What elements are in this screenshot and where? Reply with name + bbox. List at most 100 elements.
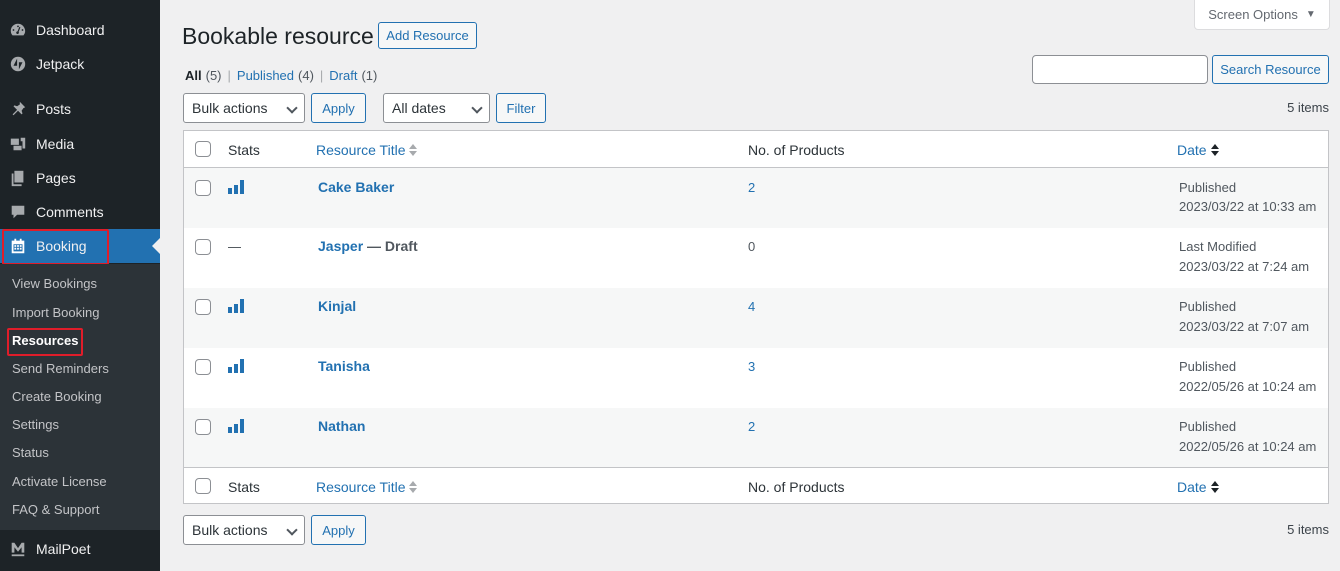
submenu-faq-support[interactable]: FAQ & Support [12,498,99,522]
column-resource-title[interactable]: Resource Title [316,142,418,158]
resource-title[interactable]: Tanisha [318,358,370,374]
dates-select[interactable]: All dates [383,93,490,123]
screen-options-button[interactable]: Screen Options ▼ [1194,0,1330,30]
chevron-down-icon [471,102,483,114]
menu-item-label: Pages [36,170,76,186]
calendar-icon [8,236,28,256]
menu-item-label: MailPoet [36,541,91,557]
search-input[interactable] [1032,55,1208,84]
menu-item-media[interactable]: Media [0,127,160,161]
items-count: 5 items [1287,100,1329,115]
submenu-create-booking[interactable]: Create Booking [12,385,102,409]
menu-item-label: Posts [36,101,72,117]
table-footer: Stats Resource Title No. of Products Dat… [184,467,1328,504]
resource-title-link[interactable]: Kinjal [318,298,356,314]
date-status: Published [1179,419,1237,434]
view-filters: All (5) | Published (4) | Draft (1) [185,68,378,83]
resource-title[interactable]: Kinjal [318,298,356,314]
admin-sidebar: Dashboard Jetpack Posts Media Pages Comm… [0,0,160,571]
column-date[interactable]: Date [1177,479,1219,495]
bulk-actions-select-bottom[interactable]: Bulk actions [183,515,305,545]
bulk-actions-select[interactable]: Bulk actions [183,93,305,123]
date-status: Last Modified [1179,239,1257,254]
column-products: No. of Products [748,142,845,158]
apply-button-bottom[interactable]: Apply [311,515,366,545]
sort-icon [409,481,418,493]
submenu-activate-license[interactable]: Activate License [12,470,107,494]
media-icon [8,134,28,154]
column-stats: Stats [228,142,260,158]
resource-title-link[interactable]: Jasper — Draft [318,238,418,254]
search-resource-button[interactable]: Search Resource [1212,55,1329,84]
select-all-checkbox-footer[interactable] [195,478,211,494]
row-checkbox[interactable] [195,419,211,435]
table-row: Kinjal 4 Published 2023/03/22 at 7:07 am [184,288,1328,348]
triangle-down-icon: ▼ [1305,9,1316,20]
product-count-link[interactable]: 2 [748,419,755,434]
date-value: 2023/03/22 at 7:24 am [1179,259,1310,274]
resource-title[interactable]: Jasper [318,238,363,254]
bulk-actions-value: Bulk actions [192,100,268,116]
apply-button[interactable]: Apply [311,93,366,123]
column-resource-title[interactable]: Resource Title [316,479,418,495]
table-header: Stats Resource Title No. of Products Dat… [184,131,1328,168]
bulk-actions-value: Bulk actions [192,522,268,538]
stats-empty: — [228,239,241,254]
chevron-down-icon [286,102,298,114]
resource-title-link[interactable]: Tanisha [318,358,370,374]
menu-item-mailpoet[interactable]: MailPoet [0,532,160,566]
stats-icon[interactable] [228,299,246,313]
submenu-send-reminders[interactable]: Send Reminders [12,357,109,381]
resource-title-link[interactable]: Nathan [318,418,365,434]
menu-item-comments[interactable]: Comments [0,195,160,229]
sort-icon [409,144,418,156]
view-all-link[interactable]: All [185,68,202,83]
sort-desc-icon [1210,481,1219,493]
menu-item-label: Booking [36,238,87,254]
mailpoet-icon [8,539,28,559]
page-title: Bookable resource [182,23,374,49]
date-value: 2022/05/26 at 10:24 am [1179,439,1317,454]
date-status: Published [1179,359,1237,374]
submenu-settings[interactable]: Settings [12,413,59,437]
product-count-link[interactable]: 4 [748,299,755,314]
resources-table: Stats Resource Title No. of Products Dat… [183,130,1329,504]
menu-item-posts[interactable]: Posts [0,92,160,126]
stats-icon[interactable] [228,359,246,373]
menu-item-dashboard[interactable]: Dashboard [0,13,160,47]
column-date[interactable]: Date [1177,142,1219,158]
stats-icon[interactable] [228,419,246,433]
column-title-label: Resource Title [316,142,406,158]
view-published-link[interactable]: Published [237,68,294,83]
menu-item-jetpack[interactable]: Jetpack [0,47,160,81]
resource-title[interactable]: Cake Baker [318,179,394,195]
row-checkbox[interactable] [195,239,211,255]
product-count-link[interactable]: 2 [748,180,755,195]
column-title-label: Resource Title [316,479,406,495]
stats-icon[interactable] [228,180,246,194]
menu-item-pages[interactable]: Pages [0,161,160,195]
menu-item-label: Media [36,136,75,152]
filter-button[interactable]: Filter [496,93,546,123]
row-checkbox[interactable] [195,359,211,375]
submenu-resources[interactable]: Resources [12,329,78,353]
column-date-label: Date [1177,479,1207,495]
table-row: Cake Baker 2 Published 2023/03/22 at 10:… [184,168,1328,228]
menu-item-booking[interactable]: Booking [0,229,160,263]
add-resource-button[interactable]: Add Resource [378,22,477,49]
column-date-label: Date [1177,142,1207,158]
product-count-link[interactable]: 3 [748,359,755,374]
view-all-count: (5) [205,68,222,83]
post-state: — Draft [363,238,418,254]
comment-icon [8,202,28,222]
resource-title[interactable]: Nathan [318,418,365,434]
submenu-status[interactable]: Status [12,441,49,465]
submenu-view-bookings[interactable]: View Bookings [12,272,97,296]
resource-title-link[interactable]: Cake Baker [318,179,394,195]
row-checkbox[interactable] [195,299,211,315]
dates-value: All dates [392,100,446,116]
submenu-import-booking[interactable]: Import Booking [12,301,99,325]
select-all-checkbox[interactable] [195,141,211,157]
row-checkbox[interactable] [195,180,211,196]
view-draft-link[interactable]: Draft [329,68,357,83]
